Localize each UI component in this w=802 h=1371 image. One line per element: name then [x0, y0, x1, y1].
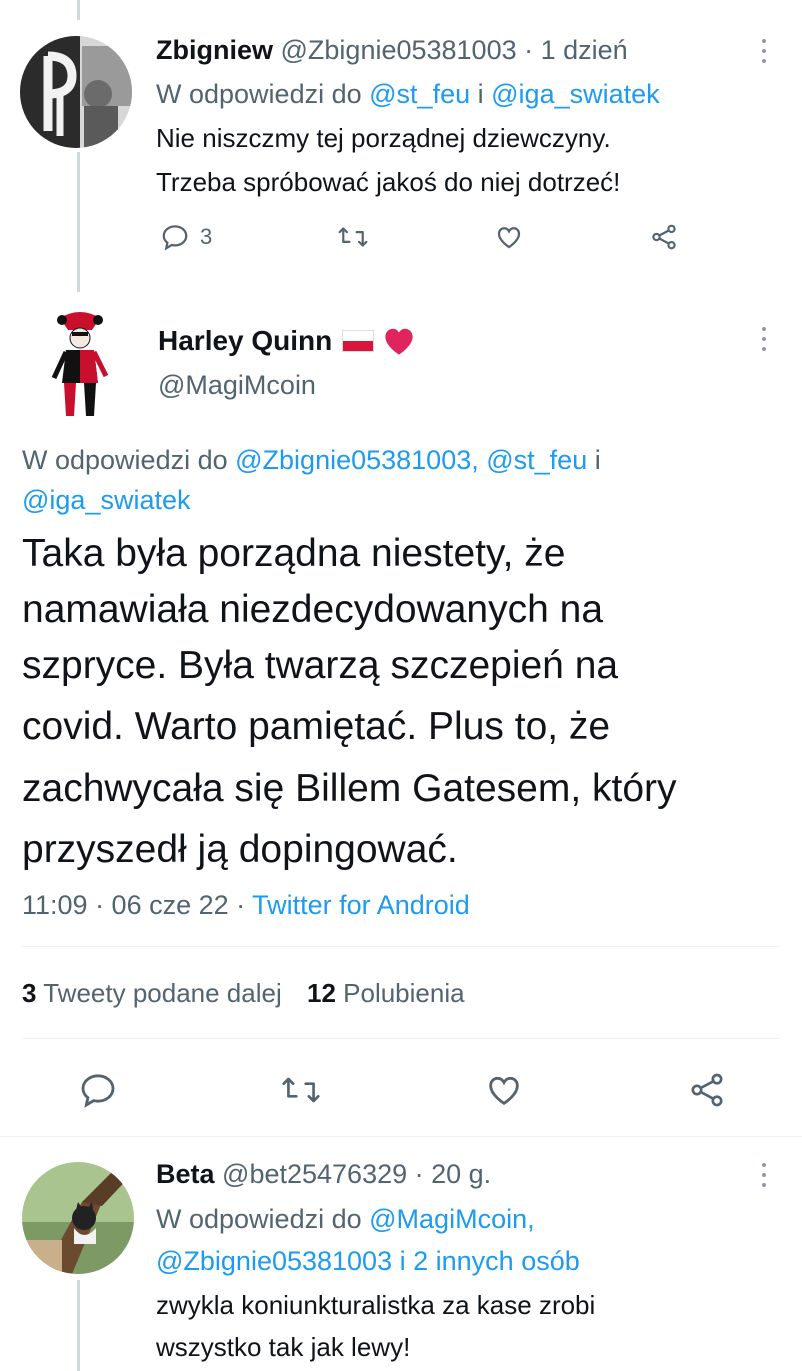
share-icon: [652, 224, 676, 250]
reply-context-line2: @Zbignie05381003 i 2 innych osób: [156, 1242, 580, 1280]
tweet-text-line: zwykla koniunkturalistka za kase zrobi: [156, 1290, 596, 1320]
tweet-time[interactable]: · 1 dzień: [524, 35, 628, 65]
like-button[interactable]: [493, 222, 525, 252]
retweet-button[interactable]: [336, 222, 370, 252]
reply-context: W odpowiedzi do @Zbignie05381003, @st_fe…: [22, 440, 601, 480]
reply-context: W odpowiedzi do @MagiMcoin,: [156, 1200, 535, 1238]
likes-count: 12: [306, 978, 336, 1008]
poland-flag-icon: [342, 330, 375, 352]
main-tweet-text-line: namawiała niezdecydowanych na: [22, 588, 604, 631]
like-button[interactable]: [483, 1070, 525, 1110]
red-heart-icon: [385, 328, 413, 355]
share-button[interactable]: [686, 1070, 728, 1110]
retweet-button[interactable]: [279, 1070, 323, 1110]
tweet-timestamp[interactable]: 11:09 · 06 cze 22 ·: [22, 890, 245, 920]
retweets-count: 3: [22, 978, 37, 1008]
reply-conj: i: [477, 79, 484, 109]
mention-link[interactable]: @iga_swiatek: [491, 79, 660, 109]
reply-button[interactable]: [78, 1070, 118, 1110]
engagement-stats: 3 Tweety podane dalej 12 Polubienia: [22, 974, 465, 1012]
tweet1-header: Zbigniew @Zbignie05381003 · 1 dzień: [156, 32, 628, 68]
thread-line-3: [77, 1280, 80, 1371]
tweet-text-line: wszystko tak jak lewy!: [156, 1332, 411, 1362]
tweet-text-line: Trzeba spróbować jakoś do niej dotrzeć!: [156, 167, 621, 197]
author-handle[interactable]: @bet25476329: [222, 1159, 407, 1189]
divider: [22, 1038, 780, 1039]
tweet-text-line: Nie niszczmy tej porządnej dziewczyny.: [156, 123, 611, 153]
mention-link[interactable]: @iga_swiatek: [22, 480, 191, 520]
reply-count: 3: [200, 224, 213, 249]
main-tweet-text-line: covid. Warto pamiętać. Plus to, że: [22, 705, 611, 748]
author-name[interactable]: Beta: [156, 1159, 215, 1189]
like-icon: [497, 227, 520, 249]
tweet-source-link[interactable]: Twitter for Android: [252, 890, 470, 920]
likes-stat[interactable]: 12 Polubienia: [307, 978, 465, 1008]
more-options-icon[interactable]: [754, 36, 774, 66]
author-name[interactable]: Zbigniew: [156, 35, 273, 65]
more-options-icon[interactable]: [754, 324, 774, 354]
tweet-meta: 11:09 · 06 cze 22 · Twitter for Android: [22, 886, 470, 924]
share-icon: [691, 1073, 723, 1107]
main-author-row: Harley Quinn: [158, 322, 416, 360]
tweet1-actions: 3: [160, 222, 680, 252]
retweets-stat[interactable]: 3 Tweety podane dalej: [22, 978, 289, 1008]
main-tweet-text-line: przyszedł ją dopingować.: [22, 828, 458, 871]
avatar-zbigniew[interactable]: [20, 36, 132, 148]
mention-link[interactable]: @st_feu: [369, 79, 470, 109]
reply-prefix: W odpowiedzi do: [22, 445, 228, 475]
main-author-handle[interactable]: @MagiMcoin: [158, 366, 316, 404]
retweet-icon: [282, 1077, 320, 1103]
divider: [0, 1136, 802, 1137]
others-link[interactable]: 2 innych osób: [413, 1246, 580, 1276]
likes-label: Polubienia: [343, 978, 465, 1008]
tweet-time[interactable]: · 20 g.: [415, 1159, 492, 1189]
divider: [22, 946, 780, 947]
main-tweet-text-line: zachwycała się Billem Gatesem, który: [22, 767, 677, 810]
avatar-harley-quinn[interactable]: [40, 308, 120, 418]
retweet-icon: [338, 227, 367, 247]
author-name[interactable]: Harley Quinn: [158, 322, 332, 360]
reply-icon: [162, 225, 188, 251]
tweet3-header: Beta @bet25476329 · 20 g.: [156, 1156, 491, 1192]
main-tweet-text-line: szpryce. Była twarzą szczepień na: [22, 644, 619, 687]
mention-link[interactable]: @st_feu: [486, 445, 587, 475]
like-icon: [489, 1076, 520, 1106]
retweets-label: Tweety podane dalej: [43, 978, 282, 1008]
main-tweet-actions: [78, 1070, 728, 1110]
thread-line-1: [77, 152, 80, 292]
reply-context: W odpowiedzi do @st_feu i @iga_swiatek: [156, 76, 660, 112]
mention-link[interactable]: @MagiMcoin,: [369, 1204, 534, 1234]
reply-button[interactable]: 3: [160, 222, 212, 252]
main-tweet-text-line: Taka była porządna niestety, że: [22, 532, 566, 575]
avatar-beta[interactable]: [22, 1162, 134, 1274]
author-handle[interactable]: @Zbignie05381003: [281, 35, 517, 65]
reply-conj: i: [399, 1246, 406, 1276]
reply-icon: [81, 1074, 115, 1108]
mention-link[interactable]: @Zbignie05381003: [156, 1246, 392, 1276]
share-button[interactable]: [648, 222, 680, 252]
mention-link[interactable]: @Zbignie05381003,: [235, 445, 479, 475]
reply-conj: i: [594, 445, 601, 475]
thread-line-top: [77, 0, 80, 20]
reply-prefix: W odpowiedzi do: [156, 1204, 362, 1234]
reply-prefix: W odpowiedzi do: [156, 79, 362, 109]
more-options-icon[interactable]: [754, 1160, 774, 1190]
